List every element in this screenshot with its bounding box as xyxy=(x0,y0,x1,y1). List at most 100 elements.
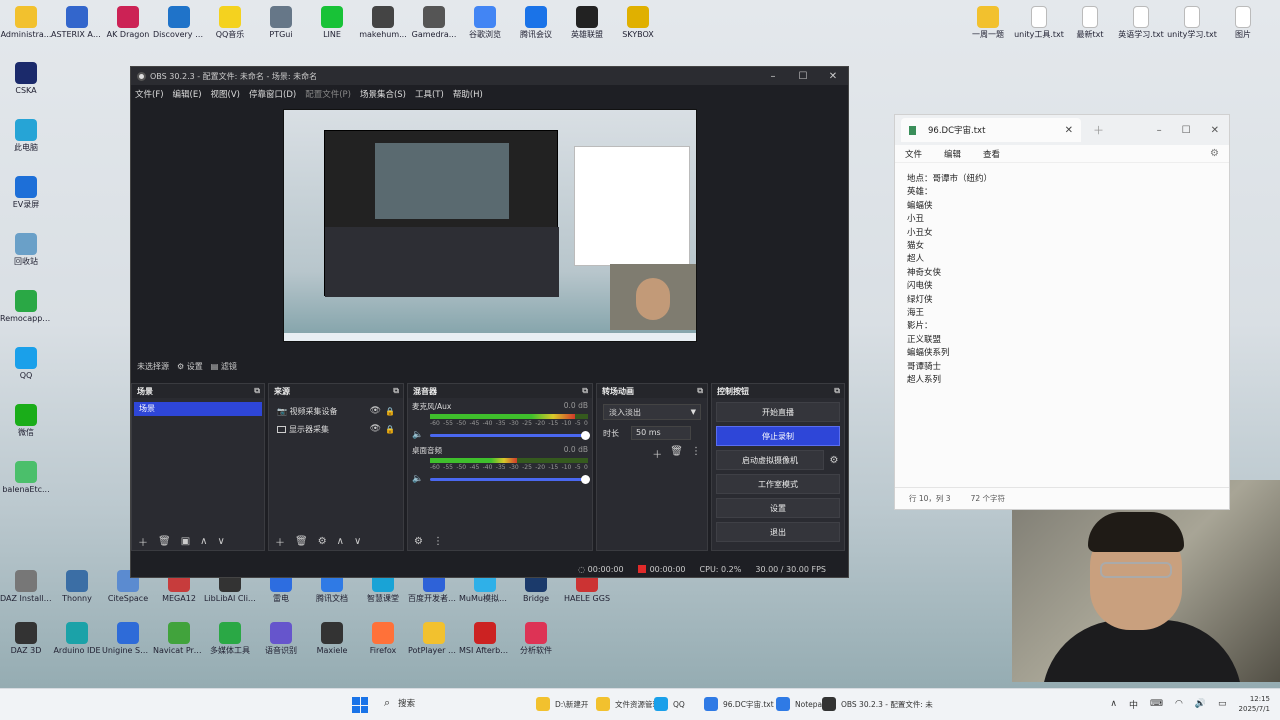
taskbar-app[interactable]: 96.DC宇宙.txt xyxy=(704,697,774,711)
desktop-icon[interactable]: DAZ Install Manager... xyxy=(0,570,52,603)
desktop-icon[interactable]: Remocapp 2.1.1 xyxy=(0,290,52,323)
wifi-icon[interactable]: ◠ xyxy=(1175,699,1183,709)
taskbar-app[interactable]: Notepad xyxy=(776,697,827,711)
menu-docks[interactable]: 停靠窗口(D) xyxy=(249,88,296,100)
close-tab-icon[interactable]: ✕ xyxy=(1065,125,1073,136)
desktop-icon[interactable]: 语音识别 xyxy=(255,622,307,655)
taskbar-app[interactable]: QQ xyxy=(654,697,685,711)
menu-view[interactable]: 查看 xyxy=(983,148,1000,160)
menu-edit[interactable]: 编辑 xyxy=(944,148,961,160)
volume-slider[interactable] xyxy=(430,430,590,440)
desktop-icon[interactable]: 图片 xyxy=(1217,6,1269,39)
desktop-icon[interactable]: SKYBOX xyxy=(612,6,664,39)
desktop-icon[interactable]: QQ音乐 xyxy=(204,6,256,39)
desktop-icon[interactable]: 此电脑 xyxy=(0,119,52,152)
desktop-icon[interactable]: CSKA xyxy=(0,62,52,95)
start-virtual-camera-button[interactable]: 启动虚拟摄像机 xyxy=(716,450,824,470)
menu-help[interactable]: 帮助(H) xyxy=(453,88,483,100)
close-button[interactable]: ✕ xyxy=(818,71,848,82)
source-item[interactable]: 📷 视频采集设备 👁 🔒 xyxy=(269,402,403,420)
mixer-menu-icon[interactable]: ⋮ xyxy=(433,536,443,547)
minimize-button[interactable]: – xyxy=(758,71,788,82)
desktop-icon[interactable]: 分析软件 xyxy=(510,622,562,655)
scene-filter-icon[interactable]: ▣ xyxy=(181,536,190,547)
popout-icon[interactable]: ⧉ xyxy=(393,386,399,396)
minimize-button[interactable]: – xyxy=(1157,125,1162,136)
speaker-icon[interactable]: 🔈 xyxy=(412,430,426,440)
exit-button[interactable]: 退出 xyxy=(716,522,840,542)
desktop-icon[interactable]: Gamedra... xyxy=(408,6,460,39)
popout-icon[interactable]: ⧉ xyxy=(697,386,703,396)
source-properties-icon[interactable]: ⚙ xyxy=(318,536,327,547)
desktop-icon[interactable]: MSI Afterburner xyxy=(459,622,511,655)
desktop-icon[interactable]: Firefox xyxy=(357,622,409,655)
speaker-icon[interactable]: 🔈 xyxy=(412,474,426,484)
advanced-audio-icon[interactable]: ⚙ xyxy=(414,536,423,547)
scene-list-item[interactable]: 场景 xyxy=(134,402,262,416)
desktop-icon[interactable]: 英雄联盟 xyxy=(561,6,613,39)
remove-scene-icon[interactable]: 🗑 xyxy=(158,536,171,547)
desktop-icon[interactable]: balenaEtc... xyxy=(0,461,52,494)
taskbar-app[interactable]: OBS 30.2.3 - 配置文件: 未 xyxy=(822,697,933,711)
virtual-camera-settings-icon[interactable]: ⚙ xyxy=(824,455,844,466)
maximize-button[interactable]: ☐ xyxy=(788,71,818,82)
lock-icon[interactable]: 🔒 xyxy=(385,425,395,434)
lock-icon[interactable]: 🔒 xyxy=(385,407,395,416)
desktop-icon[interactable]: Unigine SDK Browser 2 xyxy=(102,622,154,655)
menu-tools[interactable]: 工具(T) xyxy=(415,88,444,100)
settings-gear-icon[interactable]: ⚙ xyxy=(1210,148,1219,159)
popout-icon[interactable]: ⧉ xyxy=(582,386,588,396)
popout-icon[interactable]: ⧉ xyxy=(834,386,840,396)
desktop-icon[interactable]: PotPlayer 64 bit xyxy=(408,622,460,655)
desktop-icon[interactable]: LINE xyxy=(306,6,358,39)
start-streaming-button[interactable]: 开始直播 xyxy=(716,402,840,422)
desktop-icon[interactable]: PTGui xyxy=(255,6,307,39)
desktop-icon[interactable]: Administra... xyxy=(0,6,52,39)
menu-scene-collection[interactable]: 场景集合(S) xyxy=(360,88,406,100)
add-source-icon[interactable]: ＋ xyxy=(275,534,285,549)
duration-input[interactable]: 50 ms xyxy=(631,426,691,440)
desktop-icon[interactable]: 多媒体工具 xyxy=(204,622,256,655)
obs-titlebar[interactable]: OBS 30.2.3 - 配置文件: 未命名 - 场景: 未命名 – ☐ ✕ xyxy=(131,67,848,85)
stop-recording-button[interactable]: 停止录制 xyxy=(716,426,840,446)
transition-select[interactable]: 淡入淡出 ▼ xyxy=(603,404,701,420)
close-button[interactable]: ✕ xyxy=(1211,125,1219,136)
desktop-icon[interactable]: ASTERIX Analyzer xyxy=(51,6,103,39)
desktop-icon[interactable]: Discovery Studio 20... xyxy=(153,6,205,39)
input-method-icon[interactable]: 中 xyxy=(1129,698,1138,711)
transition-menu-icon[interactable]: ⋮ xyxy=(691,446,701,461)
popout-icon[interactable]: ⧉ xyxy=(254,386,260,396)
move-down-icon[interactable]: ∨ xyxy=(217,536,224,547)
desktop-icon[interactable]: AK Dragon xyxy=(102,6,154,39)
desktop-icon[interactable]: Maxiele xyxy=(306,622,358,655)
menu-edit[interactable]: 编辑(E) xyxy=(173,88,202,100)
visibility-eye-icon[interactable]: 👁 xyxy=(370,424,381,434)
volume-icon[interactable]: 🔊 xyxy=(1195,699,1206,709)
desktop-icon[interactable]: makehum... xyxy=(357,6,409,39)
clock[interactable]: 12:15 2025/7/1 xyxy=(1239,694,1270,714)
desktop-icon[interactable]: 英语学习.txt xyxy=(1115,6,1167,39)
slider-handle[interactable] xyxy=(581,430,590,440)
menu-profile[interactable]: 配置文件(P) xyxy=(305,88,351,100)
notepad-text-area[interactable]: 地点：哥谭市（纽约） 英雄： 蝙蝠侠 小丑 小丑女 猫女 超人 神奇女侠 闪电侠 绿灯侠 海王 影片：… xyxy=(895,163,1229,398)
desktop-icon[interactable]: 腾讯会议 xyxy=(510,6,562,39)
properties-button[interactable]: ⚙ 设置 xyxy=(177,361,203,372)
desktop-icon[interactable]: EV录屏 xyxy=(0,176,52,209)
desktop-icon[interactable]: 一周一题 xyxy=(962,6,1014,39)
desktop-icon[interactable]: Navicat Premium xyxy=(153,622,205,655)
move-down-icon[interactable]: ∨ xyxy=(354,536,361,547)
maximize-button[interactable]: ☐ xyxy=(1182,125,1191,136)
desktop-icon[interactable]: 微信 xyxy=(0,404,52,437)
keyboard-icon[interactable]: ⌨ xyxy=(1150,699,1163,709)
remove-transition-icon[interactable]: 🗑 xyxy=(670,446,683,461)
desktop-icon[interactable]: 最新txt xyxy=(1064,6,1116,39)
desktop-icon[interactable]: unity学习.txt xyxy=(1166,6,1218,39)
taskbar-app[interactable]: 文件资源管理 xyxy=(596,697,660,711)
filters-button[interactable]: ▤ 滤镜 xyxy=(211,361,237,372)
chevron-up-icon[interactable]: ∧ xyxy=(1110,699,1117,709)
taskbar-search[interactable]: ⌕ 搜索 xyxy=(384,696,415,710)
desktop-icon[interactable]: Thonny xyxy=(51,570,103,603)
visibility-eye-icon[interactable]: 👁 xyxy=(370,406,381,416)
settings-button[interactable]: 设置 xyxy=(716,498,840,518)
menu-file[interactable]: 文件 xyxy=(905,148,922,160)
